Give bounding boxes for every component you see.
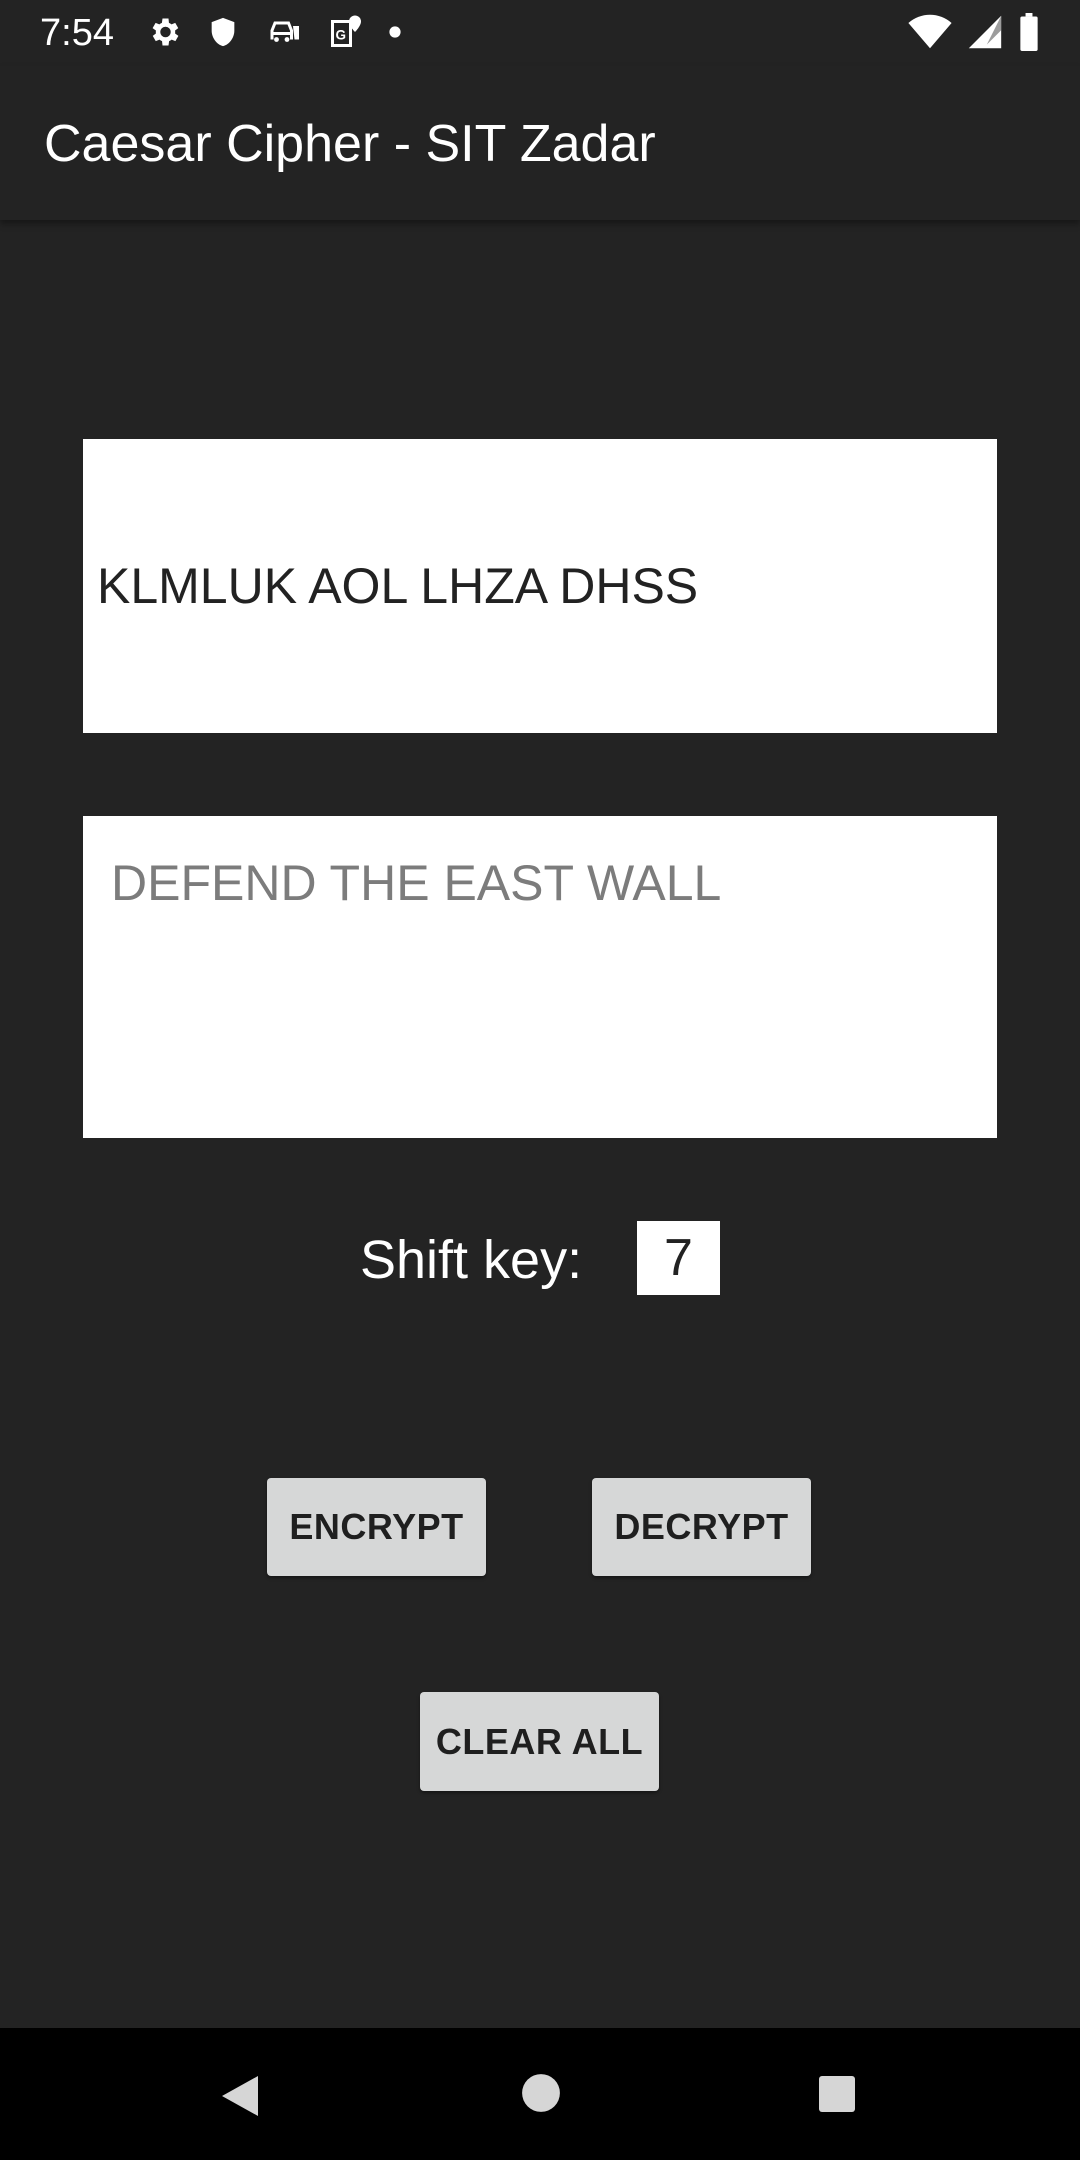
wifi-icon [908, 14, 952, 49]
status-bar: 7:54 G [0, 0, 1080, 66]
shift-key-input[interactable]: 7 [637, 1221, 720, 1295]
nav-bar [0, 2028, 1080, 2160]
battery-icon [1020, 13, 1038, 51]
decrypt-button[interactable]: DECRYPT [592, 1478, 811, 1576]
cipher-text-value: KLMLUK AOL LHZA DHSS [97, 558, 699, 614]
signal-icon [968, 15, 1002, 49]
shift-key-value: 7 [664, 1229, 693, 1287]
cipher-text-field[interactable]: KLMLUK AOL LHZA DHSS [83, 439, 997, 733]
app-title: Caesar Cipher - SIT Zadar [44, 115, 656, 173]
app-bar: Caesar Cipher - SIT Zadar [0, 66, 1080, 220]
svg-text:G: G [336, 28, 347, 43]
decrypt-button-label: DECRYPT [614, 1506, 789, 1547]
shield-icon [211, 17, 235, 47]
back-icon[interactable] [218, 2072, 262, 2120]
screen: 7:54 G Caesar Cipher - SIT Zadar KLMLUK … [0, 0, 1080, 2160]
plain-text-placeholder: DEFEND THE EAST WALL [111, 855, 722, 911]
clear-all-button[interactable]: CLEAR ALL [420, 1692, 659, 1791]
home-icon[interactable] [520, 2072, 562, 2114]
status-icons-right [908, 13, 1040, 51]
car-icon [270, 21, 299, 42]
status-time: 7:54 [40, 12, 114, 54]
maps-icon: G [331, 15, 361, 47]
gear-icon [152, 18, 179, 46]
shift-key-label: Shift key: [360, 1230, 583, 1290]
dot-icon [389, 26, 401, 38]
plain-text-field[interactable]: DEFEND THE EAST WALL [83, 816, 997, 1138]
clear-all-button-label: CLEAR ALL [435, 1720, 644, 1762]
encrypt-button[interactable]: ENCRYPT [267, 1478, 486, 1576]
recents-icon[interactable] [817, 2074, 857, 2114]
status-icons-left: G [146, 13, 402, 51]
encrypt-button-label: ENCRYPT [289, 1506, 464, 1547]
